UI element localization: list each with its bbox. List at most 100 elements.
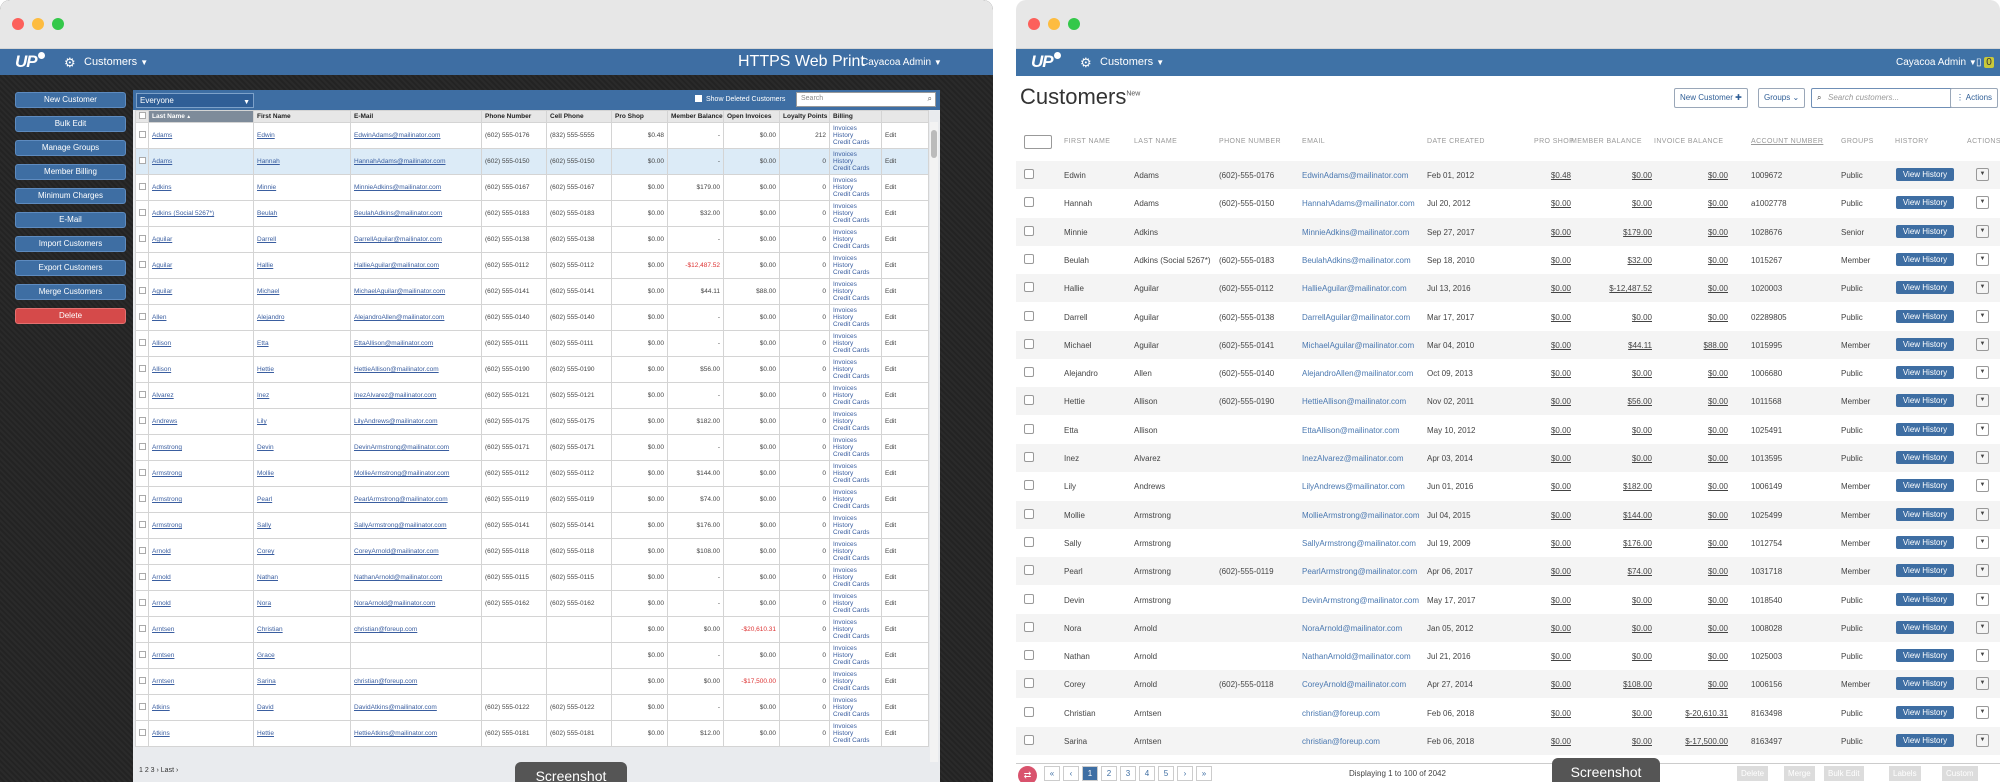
side-button-export-customers[interactable]: Export Customers: [15, 260, 126, 276]
billing-link-credit-cards[interactable]: Credit Cards: [833, 399, 878, 406]
email[interactable]: christian@foreup.com: [1302, 709, 1380, 718]
billing-link-history[interactable]: History: [833, 548, 878, 555]
billing-link-history[interactable]: History: [833, 522, 878, 529]
table-row[interactable]: Arntsen Grace $0.00- $0.00 0 Invoices History C…: [135, 642, 929, 669]
billing-link-credit-cards[interactable]: Credit Cards: [833, 165, 878, 172]
email[interactable]: DevinArmstrong@mailinator.com: [1302, 596, 1419, 605]
column-header[interactable]: GROUPS: [1841, 138, 1874, 145]
first-name-cell[interactable]: Nora: [253, 590, 351, 617]
view-history-button[interactable]: View History: [1896, 592, 1954, 606]
email-cell[interactable]: HallieAguilar@mailinator.com: [350, 252, 482, 279]
view-history-button[interactable]: View History: [1896, 620, 1954, 634]
first-name-cell[interactable]: Hannah: [253, 148, 351, 175]
email[interactable]: NoraArnold@mailinator.com: [1302, 624, 1402, 633]
first-name-cell[interactable]: Christian: [253, 616, 351, 643]
table-row[interactable]: Andrews Lily LilyAndrews@mailinator.com (60…: [135, 408, 929, 435]
view-history-button[interactable]: View History: [1896, 564, 1954, 578]
view-history-button[interactable]: View History: [1896, 281, 1954, 295]
billing-link-invoices[interactable]: Invoices: [833, 359, 878, 366]
billing-link-invoices[interactable]: Invoices: [833, 541, 878, 548]
edit-link[interactable]: Edit: [881, 356, 929, 383]
row-checkbox[interactable]: [1024, 508, 1034, 519]
row-actions-dropdown[interactable]: ▼: [1976, 394, 1989, 408]
email-cell[interactable]: MollieArmstrong@mailinator.com: [350, 460, 482, 487]
show-deleted-toggle[interactable]: Show Deleted Customers: [695, 95, 785, 103]
last-name-cell[interactable]: Armstrong: [148, 512, 254, 539]
email-cell[interactable]: PearlArmstrong@mailinator.com: [350, 486, 482, 513]
first-name-cell[interactable]: Inez: [253, 382, 351, 409]
first-name-cell[interactable]: Mollie: [253, 460, 351, 487]
row-checkbox-cell[interactable]: [135, 616, 149, 643]
email-cell[interactable]: NathanArnold@mailinator.com: [350, 564, 482, 591]
checkbox[interactable]: [139, 677, 146, 684]
billing-link-credit-cards[interactable]: Credit Cards: [833, 425, 878, 432]
row-actions-dropdown[interactable]: ▼: [1976, 224, 1989, 238]
edit-link[interactable]: Edit: [881, 538, 929, 565]
table-row[interactable]: Atkins David DavidAtkins@mailinator.com (60…: [135, 694, 929, 721]
checkbox[interactable]: [139, 625, 146, 632]
row-checkbox[interactable]: [1024, 593, 1034, 604]
table-row[interactable]: Armstrong Sally SallyArmstrong@mailinator.…: [135, 512, 929, 539]
edit-link[interactable]: Edit: [881, 434, 929, 461]
first-name-cell[interactable]: Michael: [253, 278, 351, 305]
row-checkbox-cell[interactable]: [135, 382, 149, 409]
last-name-cell[interactable]: Atkins: [148, 694, 254, 721]
minimize-window-icon[interactable]: [32, 18, 44, 30]
billing-link-credit-cards[interactable]: Credit Cards: [833, 529, 878, 536]
row-checkbox-cell[interactable]: [135, 538, 149, 565]
last-name-cell[interactable]: Allison: [148, 356, 254, 383]
first-name-cell[interactable]: Minnie: [253, 174, 351, 201]
row-actions-dropdown[interactable]: ▼: [1976, 337, 1989, 351]
billing-link-history[interactable]: History: [833, 158, 878, 165]
edit-link[interactable]: Edit: [881, 408, 929, 435]
billing-link-history[interactable]: History: [833, 496, 878, 503]
page-button[interactable]: «: [1044, 766, 1060, 781]
last-name-cell[interactable]: Adkins: [148, 174, 254, 201]
table-row[interactable]: Aguilar Darrell DarrellAguilar@mailinator.…: [135, 226, 929, 253]
first-name-cell[interactable]: Corey: [253, 538, 351, 565]
billing-link-history[interactable]: History: [833, 236, 878, 243]
view-history-button[interactable]: View History: [1896, 196, 1954, 210]
column-header[interactable]: Phone Number: [481, 110, 547, 123]
email[interactable]: MollieArmstrong@mailinator.com: [1302, 511, 1420, 520]
row-checkbox[interactable]: [1024, 621, 1034, 632]
email[interactable]: MichaelAguilar@mailinator.com: [1302, 341, 1414, 350]
row-checkbox[interactable]: [1024, 253, 1034, 264]
row-checkbox[interactable]: [1024, 197, 1034, 208]
billing-link-history[interactable]: History: [833, 600, 878, 607]
column-header[interactable]: PHONE NUMBER: [1219, 138, 1281, 145]
row-checkbox-cell[interactable]: [135, 200, 149, 227]
last-name-cell[interactable]: Arnold: [148, 590, 254, 617]
email-cell[interactable]: [350, 642, 482, 669]
view-history-button[interactable]: View History: [1896, 168, 1954, 181]
first-name-cell[interactable]: Alejandro: [253, 304, 351, 331]
table-row[interactable]: Alejandro Allen (602)-555-0140 AlejandroAll…: [1016, 359, 2000, 387]
billing-link-invoices[interactable]: Invoices: [833, 567, 878, 574]
column-header[interactable]: Pro Shop: [611, 110, 668, 123]
last-name-cell[interactable]: Adams: [148, 148, 254, 175]
row-checkbox-cell[interactable]: [135, 330, 149, 357]
column-header-last-name[interactable]: Last Name ▲: [148, 110, 254, 123]
email-cell[interactable]: christian@foreup.com: [350, 616, 482, 643]
select-all-checkbox[interactable]: [135, 110, 149, 123]
edit-link[interactable]: Edit: [881, 148, 929, 175]
edit-link[interactable]: Edit: [881, 200, 929, 227]
row-checkbox-cell[interactable]: [135, 356, 149, 383]
billing-link-invoices[interactable]: Invoices: [833, 203, 878, 210]
email-cell[interactable]: MichaelAguilar@mailinator.com: [350, 278, 482, 305]
billing-link-credit-cards[interactable]: Credit Cards: [833, 139, 878, 146]
column-header[interactable]: Billing: [829, 110, 882, 123]
checkbox[interactable]: [139, 599, 146, 606]
first-name-cell[interactable]: Lily: [253, 408, 351, 435]
edit-link[interactable]: Edit: [881, 616, 929, 643]
edit-link[interactable]: Edit: [881, 486, 929, 513]
table-row[interactable]: Sally Armstrong SallyArmstrong@mailinator.…: [1016, 529, 2000, 557]
email[interactable]: DarrellAguilar@mailinator.com: [1302, 313, 1410, 322]
billing-link-invoices[interactable]: Invoices: [833, 411, 878, 418]
last-name-cell[interactable]: Alvarez: [148, 382, 254, 409]
table-row[interactable]: Aguilar Hallie HallieAguilar@mailinator.co…: [135, 252, 929, 279]
billing-link-invoices[interactable]: Invoices: [833, 307, 878, 314]
email[interactable]: AlejandroAllen@mailinator.com: [1302, 369, 1413, 378]
side-button-delete[interactable]: Delete: [15, 308, 126, 324]
new-customer-button[interactable]: New Customer ✚: [1674, 88, 1748, 108]
